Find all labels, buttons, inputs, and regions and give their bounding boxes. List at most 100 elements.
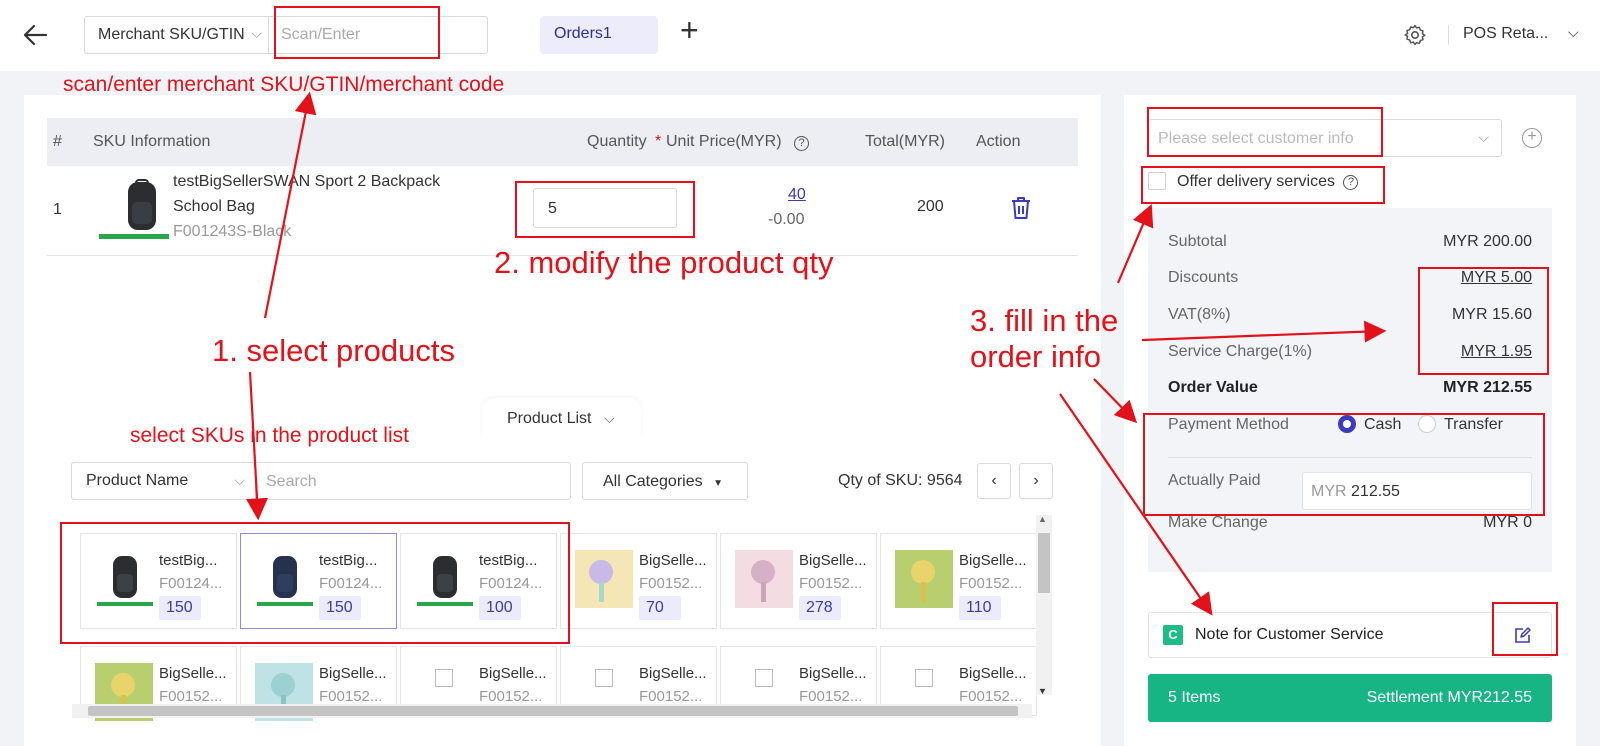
product-card-name: BigSelle... bbox=[639, 665, 707, 682]
search-input[interactable]: Search bbox=[255, 462, 571, 500]
product-card-code: F00152... bbox=[639, 575, 703, 592]
scrollbar-thumb[interactable] bbox=[88, 706, 1018, 716]
annotation-box-products bbox=[60, 522, 570, 644]
annotation-box-customer bbox=[1147, 107, 1383, 157]
next-page-button[interactable]: › bbox=[1019, 463, 1053, 499]
backpack-image bbox=[128, 179, 156, 230]
product-image bbox=[735, 550, 793, 608]
unit-price-link[interactable]: 40 bbox=[788, 186, 806, 204]
vat-label: VAT(8%) bbox=[1168, 306, 1231, 323]
col-index: # bbox=[53, 133, 62, 150]
row-total: 200 bbox=[917, 198, 944, 215]
product-card-code: F00152... bbox=[799, 688, 863, 705]
annotation-step3-line2: order info bbox=[970, 339, 1101, 374]
service-charge-label: Service Charge(1%) bbox=[1168, 343, 1313, 360]
category-select[interactable]: All Categories ▼ bbox=[582, 462, 748, 500]
product-card-code: F00152... bbox=[799, 575, 863, 592]
product-card-code: F00152... bbox=[959, 575, 1023, 592]
product-name-line2: School Bag bbox=[173, 198, 255, 215]
store-selector[interactable]: POS Reta... bbox=[1463, 25, 1548, 43]
broken-image-icon bbox=[915, 669, 933, 687]
sku-code: F001243S-Black bbox=[173, 223, 292, 240]
add-order-icon[interactable]: + bbox=[680, 14, 699, 46]
required-mark: * bbox=[655, 133, 662, 150]
col-quantity: Quantity bbox=[587, 133, 647, 150]
product-name: testBigSellerSWAN Sport 2 Backpack bbox=[173, 173, 441, 190]
discounts-label: Discounts bbox=[1168, 269, 1239, 286]
product-card-code: F00152... bbox=[479, 688, 543, 705]
make-change-label: Make Change bbox=[1168, 514, 1268, 531]
note-label: Note for Customer Service bbox=[1195, 626, 1384, 643]
make-change-value: MYR 0 bbox=[1483, 514, 1532, 531]
divider bbox=[1448, 25, 1449, 45]
annotation-step1-sub: select SKUs in the product list bbox=[130, 424, 409, 447]
product-card-code: F00152... bbox=[639, 688, 703, 705]
product-card-name: BigSelle... bbox=[959, 665, 1027, 682]
product-card-name: BigSelle... bbox=[959, 552, 1027, 569]
product-card[interactable]: BigSelle... F00152... 278 bbox=[720, 533, 877, 629]
annotation-scan-hint: scan/enter merchant SKU/GTIN/merchant co… bbox=[63, 73, 505, 96]
annotation-box-delivery bbox=[1141, 166, 1385, 204]
cart-table-header: # SKU Information Quantity * Unit Price(… bbox=[47, 118, 1078, 166]
row-index: 1 bbox=[53, 201, 62, 218]
settlement-button[interactable]: 5 Items Settlement MYR212.55 bbox=[1148, 674, 1552, 722]
tab-product-list[interactable]: Product List ⌵ bbox=[482, 398, 641, 438]
annotation-step3-line1: 3. fill in the bbox=[970, 303, 1119, 338]
chevron-down-icon: ⌵ bbox=[1478, 129, 1489, 145]
caret-down-icon: ▼ bbox=[713, 478, 723, 489]
order-value: MYR 212.55 bbox=[1443, 379, 1532, 396]
broken-image-icon bbox=[595, 669, 613, 687]
add-customer-icon[interactable]: + bbox=[1522, 128, 1542, 148]
col-action: Action bbox=[976, 133, 1021, 150]
scrollbar-thumb[interactable] bbox=[1038, 533, 1050, 593]
category-label: All Categories bbox=[603, 473, 703, 490]
product-card[interactable]: BigSelle... F00152... 70 bbox=[560, 533, 717, 629]
annotation-step2: 2. modify the product qty bbox=[494, 245, 834, 280]
chevron-down-icon: ⌵ bbox=[251, 25, 262, 41]
stock-badge: 110 bbox=[959, 596, 1001, 620]
stock-badge: 70 bbox=[639, 596, 681, 620]
chevron-down-icon: ⌵ bbox=[603, 410, 615, 426]
prev-page-button[interactable]: ‹ bbox=[977, 463, 1011, 499]
back-arrow-icon[interactable] bbox=[22, 22, 48, 48]
product-card-name: BigSelle... bbox=[159, 665, 227, 682]
stock-badge: 278 bbox=[799, 596, 841, 620]
product-list-tab-label: Product List bbox=[507, 410, 592, 427]
filter-field-label: Product Name bbox=[86, 472, 189, 489]
broken-image-icon bbox=[435, 669, 453, 687]
settlement-label: Settlement MYR212.55 bbox=[1366, 689, 1532, 706]
annotation-box-payment bbox=[1143, 413, 1545, 516]
annotation-box-scan bbox=[274, 6, 440, 59]
product-card-name: BigSelle... bbox=[319, 665, 387, 682]
order-summary: Subtotal MYR 200.00 Discounts MYR 5.00 V… bbox=[1148, 208, 1552, 572]
scroll-down-icon[interactable]: ▼ bbox=[1038, 686, 1047, 696]
annotation-step1: 1. select products bbox=[212, 333, 455, 368]
trash-icon[interactable] bbox=[1010, 196, 1032, 220]
filter-field-select[interactable]: Product Name ⌵ bbox=[71, 462, 255, 500]
annotation-box-note bbox=[1492, 602, 1558, 656]
tab-orders[interactable]: Orders1 bbox=[540, 16, 658, 54]
product-card-code: F00152... bbox=[959, 688, 1023, 705]
product-card-name: BigSelle... bbox=[639, 552, 707, 569]
annotation-box-qty bbox=[515, 181, 695, 238]
chevron-down-icon[interactable]: ⌵ bbox=[1568, 24, 1579, 41]
help-icon[interactable]: ? bbox=[790, 134, 809, 152]
chevron-down-icon: ⌵ bbox=[234, 472, 245, 488]
search-type-label: Merchant SKU/GTIN bbox=[98, 26, 245, 43]
col-unit-price: Unit Price(MYR) bbox=[666, 133, 782, 150]
product-image bbox=[575, 550, 633, 608]
sku-count: Qty of SKU: 9564 bbox=[838, 472, 963, 489]
broken-image-icon bbox=[755, 669, 773, 687]
product-card-name: BigSelle... bbox=[799, 552, 867, 569]
order-value-label: Order Value bbox=[1168, 379, 1258, 396]
scroll-up-icon[interactable]: ▲ bbox=[1038, 514, 1047, 524]
product-card[interactable]: BigSelle... F00152... 110 bbox=[880, 533, 1037, 629]
subtotal-label: Subtotal bbox=[1168, 233, 1227, 250]
gear-icon[interactable] bbox=[1403, 23, 1427, 47]
note-badge: C bbox=[1163, 625, 1183, 645]
image-badge bbox=[99, 234, 169, 239]
col-total: Total(MYR) bbox=[865, 133, 946, 150]
col-sku-info: SKU Information bbox=[93, 133, 211, 150]
product-card-code: F00152... bbox=[159, 688, 223, 705]
search-type-select[interactable]: Merchant SKU/GTIN ⌵ bbox=[84, 16, 268, 54]
